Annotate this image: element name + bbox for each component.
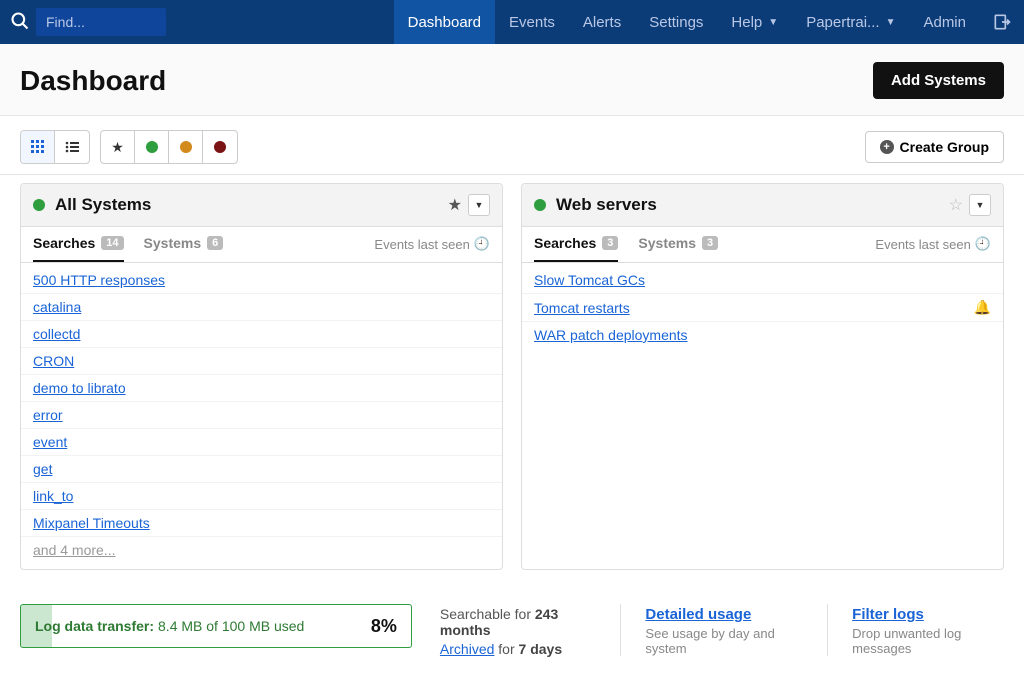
list-item: demo to librato	[21, 375, 502, 402]
panel-header: All Systems ★ ▼	[21, 184, 502, 227]
favorite-toggle[interactable]: ☆	[949, 195, 963, 215]
search-list: 500 HTTP responses catalina collectd CRO…	[21, 263, 502, 569]
tab-searches[interactable]: Searches14	[33, 235, 124, 262]
panel-web-servers: Web servers ☆ ▼ Searches3 Systems3 Event…	[521, 183, 1004, 570]
nav-help[interactable]: Help▼	[717, 0, 792, 44]
page-title: Dashboard	[20, 65, 166, 97]
dot-green-icon	[146, 141, 158, 153]
clock-icon: 🕘	[975, 236, 991, 252]
search-link[interactable]: WAR patch deployments	[534, 327, 688, 343]
status-dot-icon	[534, 199, 546, 211]
list-item: collectd	[21, 321, 502, 348]
nav-admin[interactable]: Admin	[909, 0, 980, 44]
filter-logs-block: Filter logs Drop unwanted log messages	[827, 604, 1004, 656]
search-link[interactable]: catalina	[33, 299, 81, 315]
panel-title: Web servers	[556, 195, 939, 215]
footer: Log data transfer: 8.4 MB of 100 MB used…	[0, 594, 1024, 673]
list-item: CRON	[21, 348, 502, 375]
search-wrap	[0, 0, 172, 44]
panel-all-systems: All Systems ★ ▼ Searches14 Systems6 Even…	[20, 183, 503, 570]
events-last-seen: Events last seen🕘	[374, 236, 490, 261]
panel-menu[interactable]: ▼	[969, 194, 991, 216]
nav-alerts[interactable]: Alerts	[569, 0, 635, 44]
search-link[interactable]: collectd	[33, 326, 80, 342]
bell-icon: 🔔	[974, 299, 991, 316]
search-link[interactable]: Mixpanel Timeouts	[33, 515, 150, 531]
filter-group: ★	[100, 130, 238, 164]
dot-red-icon	[214, 141, 226, 153]
list-item: link_to	[21, 483, 502, 510]
list-item: Tomcat restarts 🔔	[522, 294, 1003, 322]
search-link[interactable]: Tomcat restarts	[534, 300, 630, 316]
list-item: error	[21, 402, 502, 429]
search-link[interactable]: error	[33, 407, 63, 423]
list-view-button[interactable]	[55, 131, 89, 163]
list-item: WAR patch deployments	[522, 322, 1003, 348]
search-link[interactable]: 500 HTTP responses	[33, 272, 165, 288]
nav-events[interactable]: Events	[495, 0, 569, 44]
nav-items: Dashboard Events Alerts Settings Help▼ P…	[394, 0, 1024, 44]
filter-orange[interactable]	[169, 131, 203, 163]
top-nav: Dashboard Events Alerts Settings Help▼ P…	[0, 0, 1024, 44]
list-item: catalina	[21, 294, 502, 321]
list-item: get	[21, 456, 502, 483]
retention-info: Searchable for 243 months Archived for 7…	[440, 604, 593, 657]
log-transfer-meter[interactable]: Log data transfer: 8.4 MB of 100 MB used…	[20, 604, 412, 648]
nav-account[interactable]: Papertrai...▼	[792, 0, 909, 44]
list-item: event	[21, 429, 502, 456]
search-link[interactable]: get	[33, 461, 52, 477]
nav-dashboard[interactable]: Dashboard	[394, 0, 495, 44]
chevron-down-icon: ▼	[768, 17, 778, 28]
transfer-text: 8.4 MB of 100 MB used	[158, 618, 304, 634]
filter-red[interactable]	[203, 131, 237, 163]
tab-searches[interactable]: Searches3	[534, 235, 618, 262]
favorite-toggle[interactable]: ★	[448, 195, 462, 215]
transfer-label: Log data transfer:	[35, 618, 154, 634]
panels: All Systems ★ ▼ Searches14 Systems6 Even…	[0, 175, 1024, 594]
filter-green[interactable]	[135, 131, 169, 163]
search-input[interactable]	[36, 8, 166, 36]
search-list: Slow Tomcat GCs Tomcat restarts 🔔 WAR pat…	[522, 263, 1003, 354]
detailed-usage-block: Detailed usage See usage by day and syst…	[620, 604, 799, 656]
detailed-usage-link[interactable]: Detailed usage	[645, 606, 799, 623]
search-link[interactable]: CRON	[33, 353, 74, 369]
filter-logs-sub: Drop unwanted log messages	[852, 626, 1004, 656]
filter-logs-link[interactable]: Filter logs	[852, 606, 1004, 623]
panel-menu[interactable]: ▼	[468, 194, 490, 216]
tabs: Searches14 Systems6 Events last seen🕘	[21, 227, 502, 263]
events-last-seen: Events last seen🕘	[875, 236, 991, 261]
dot-orange-icon	[180, 141, 192, 153]
archived-link[interactable]: Archived	[440, 641, 494, 657]
tab-systems[interactable]: Systems6	[144, 235, 224, 262]
status-dot-icon	[33, 199, 45, 211]
search-icon	[10, 11, 30, 34]
list-item: Slow Tomcat GCs	[522, 267, 1003, 294]
filter-star[interactable]: ★	[101, 131, 135, 163]
search-link[interactable]: Slow Tomcat GCs	[534, 272, 645, 288]
list-item: 500 HTTP responses	[21, 267, 502, 294]
list-item: Mixpanel Timeouts	[21, 510, 502, 537]
logout-button[interactable]	[980, 0, 1024, 44]
page-header: Dashboard Add Systems	[0, 44, 1024, 116]
grid-view-button[interactable]	[21, 131, 55, 163]
panel-header: Web servers ☆ ▼	[522, 184, 1003, 227]
detailed-usage-sub: See usage by day and system	[645, 626, 799, 656]
add-systems-button[interactable]: Add Systems	[873, 62, 1004, 99]
plus-icon: +	[880, 140, 894, 154]
transfer-percent: 8%	[371, 616, 397, 637]
clock-icon: 🕘	[474, 236, 490, 252]
tabs: Searches3 Systems3 Events last seen🕘	[522, 227, 1003, 263]
nav-settings[interactable]: Settings	[635, 0, 717, 44]
create-group-button[interactable]: +Create Group	[865, 131, 1004, 163]
search-link[interactable]: event	[33, 434, 67, 450]
panel-title: All Systems	[55, 195, 438, 215]
tab-systems[interactable]: Systems3	[638, 235, 718, 262]
chevron-down-icon: ▼	[886, 17, 896, 28]
more-link[interactable]: and 4 more...	[21, 537, 502, 563]
toolbar: ★ +Create Group	[0, 116, 1024, 175]
search-link[interactable]: demo to librato	[33, 380, 126, 396]
view-toggle	[20, 130, 90, 164]
search-link[interactable]: link_to	[33, 488, 73, 504]
